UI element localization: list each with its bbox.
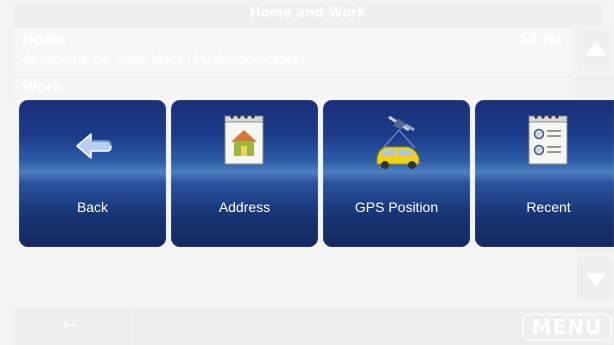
back-button[interactable]: Back [19,100,166,247]
gps-position-button[interactable]: GPS Position [323,100,470,247]
gps-satellite-car-icon [376,115,420,169]
list-item-distance: 12 mi [518,32,562,48]
recent-notepad-icon [528,115,568,165]
scroll-down-button[interactable] [576,256,614,302]
recent-button[interactable]: Recent [475,100,614,247]
list-item-home[interactable]: Home 46 Skyline Dr, Lake Mary (FL/United… [14,28,572,77]
recent-label: Recent [526,199,571,215]
list-item-name: Work [22,80,63,96]
list-item-address: 46 Skyline Dr, Lake Mary (FL/United Stat… [22,53,305,68]
address-button[interactable]: Address [171,100,318,247]
favorites-list: Home 46 Skyline Dr, Lake Mary (FL/United… [14,28,574,102]
back-label: Back [76,199,109,215]
screen: Home and Work Home 46 Skyline Dr, Lake M… [0,0,614,345]
list-item-name: Home [22,32,68,48]
back-arrow-icon [76,133,112,159]
list-item-work[interactable]: Work [14,78,572,102]
address-label: Address [218,199,271,215]
menu-button[interactable]: MENU [522,313,612,341]
bottom-bar: ← MENU [14,306,614,345]
scroll-up-button[interactable] [576,28,614,72]
bottom-back-button[interactable]: ← [14,307,134,345]
gps-position-label: GPS Position [354,199,439,215]
house-notepad-icon [224,115,264,165]
action-popup: Back Address GPS Position Recent [19,100,614,247]
back-arrow-icon: ← [62,315,78,336]
page-title: Home and Work [14,3,602,27]
